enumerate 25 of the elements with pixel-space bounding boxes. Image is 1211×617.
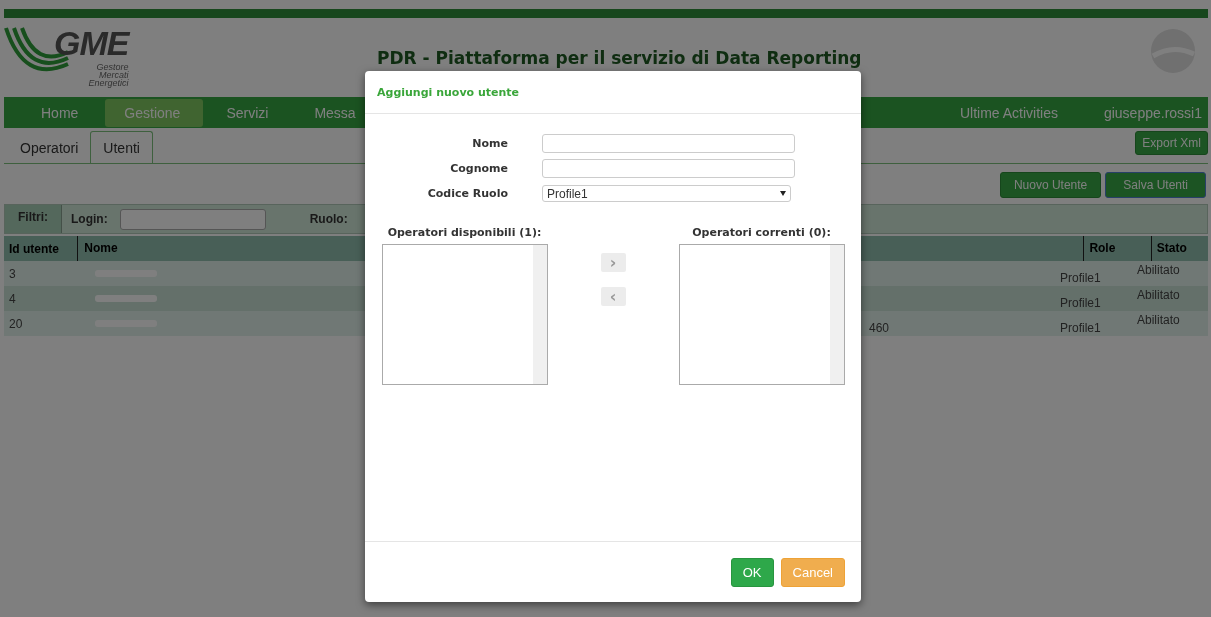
table-cell-text: Profile1: [1059, 319, 1102, 335]
table-cell-text: Abilitato: [1136, 262, 1181, 277]
field-label: Cognome: [449, 162, 508, 175]
field-label: Nome: [471, 137, 508, 150]
field-label: Codice Ruolo: [426, 187, 508, 200]
table-cell-text: Abilitato: [1136, 312, 1181, 327]
table-cell: 460: [869, 320, 890, 335]
table-cell-text: 4: [8, 291, 17, 306]
filter-label: Login:: [71, 212, 108, 226]
table-cell-text: Abilitato: [1136, 287, 1181, 302]
page-title: PDR - Piattaforma per il servizio di Data Reporting: [377, 48, 862, 68]
list-title: Operatori disponibili (1):: [387, 226, 542, 239]
logo-subtitle: Gestore: [96, 62, 129, 71]
table-cell-text: 3: [8, 266, 17, 281]
table-cell-text: Profile1: [1059, 269, 1102, 285]
table-cell-text: Profile1: [1059, 294, 1102, 310]
column-header: Id utente: [8, 241, 60, 256]
filter-title: Filtri:: [5, 205, 62, 233]
list-title: Operatori correnti (0):: [692, 226, 831, 239]
logo-name: GME: [54, 23, 129, 63]
table-cell-text: 20: [8, 316, 24, 331]
filter-label: Ruolo:: [309, 212, 348, 226]
logo-subtitle: Energetici: [88, 78, 129, 87]
logo-subtitle: Mercati: [98, 70, 129, 79]
dialog-title: Aggiungi nuovo utente: [377, 85, 520, 99]
